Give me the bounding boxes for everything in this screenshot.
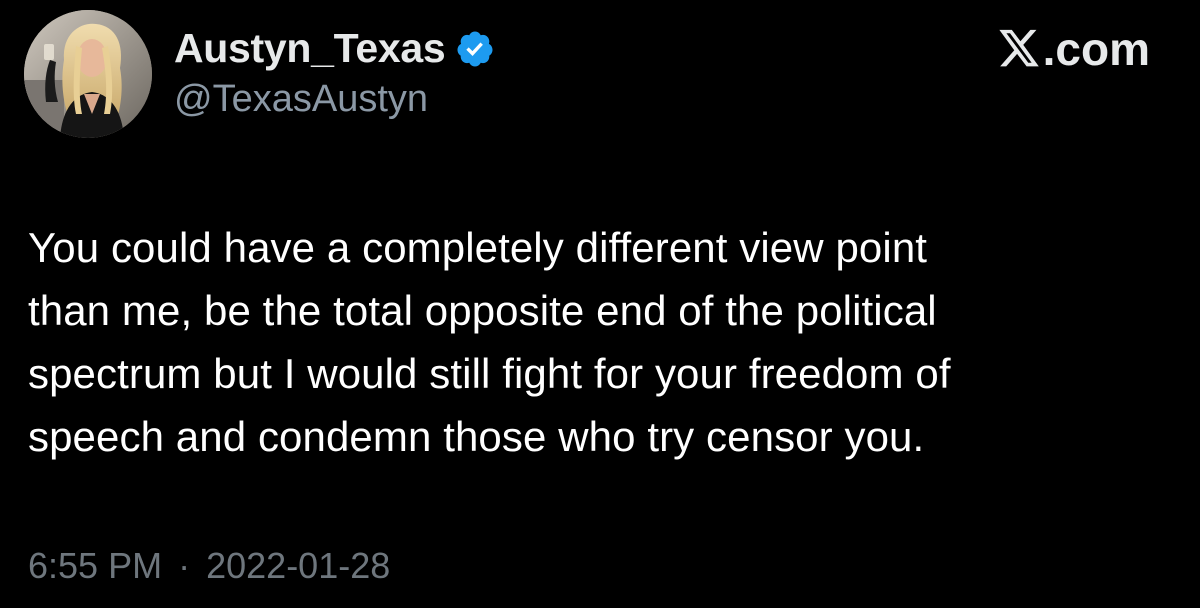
tweet-line: speech and condemn those who try censor … [28, 413, 925, 460]
avatar[interactable] [24, 10, 152, 138]
tweet-date: 2022-01-28 [206, 545, 391, 586]
verified-badge-icon [455, 29, 495, 69]
tweet-line: than me, be the total opposite end of th… [28, 287, 937, 334]
tweet-line: spectrum but I would still fight for you… [28, 350, 951, 397]
x-logo-icon [999, 29, 1039, 67]
display-name[interactable]: Austyn_Texas [174, 27, 446, 69]
tweet-text: You could have a completely different vi… [28, 216, 1168, 468]
author-handle[interactable]: @TexasAustyn [174, 80, 428, 118]
brand-logo: .com [997, 26, 1150, 72]
tweet-timestamp[interactable]: 6:55 PM · 2022-01-28 [28, 548, 390, 584]
avatar-photo [24, 10, 152, 138]
tweet-line: You could have a completely different vi… [28, 224, 928, 271]
author-name-row[interactable]: Austyn_Texas [174, 22, 495, 74]
brand-domain: .com [1042, 23, 1150, 75]
tweet-time: 6:55 PM [28, 545, 163, 586]
timestamp-separator: · [178, 545, 191, 586]
tweet-card: Austyn_Texas @TexasAustyn .com You could… [0, 0, 1200, 608]
